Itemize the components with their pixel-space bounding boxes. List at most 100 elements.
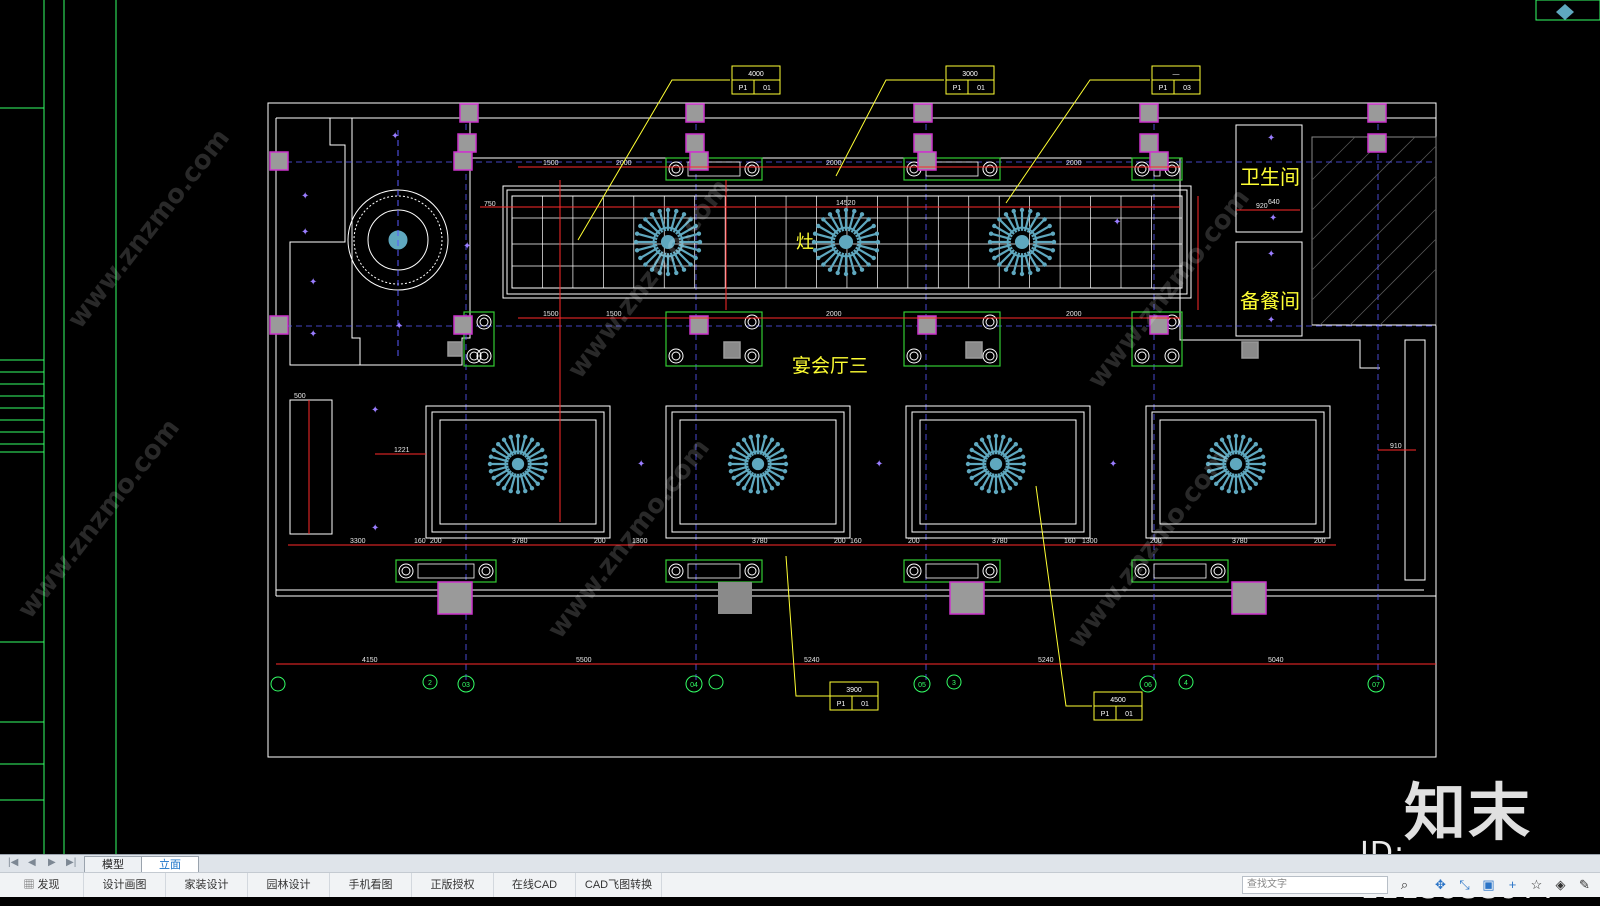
column: [457, 133, 477, 153]
light-fixture-icon: ✦: [1269, 213, 1277, 224]
svg-text:4: 4: [1184, 680, 1188, 687]
light-fixture-icon: ✦: [637, 459, 645, 470]
light-fixture-icon: ✦: [1113, 217, 1121, 228]
design-draw-button[interactable]: 设计画图: [84, 873, 166, 897]
mobile-view-button[interactable]: 手机看图: [330, 873, 412, 897]
column: [965, 341, 983, 359]
svg-text:www.znzmo.com: www.znzmo.com: [542, 433, 716, 644]
light-fixture-icon: ✦: [1267, 315, 1275, 326]
cad-drawing-svg[interactable]: ✦ ✦ ✦ ✦ ✦ ✦ ✦ ✦ ✦ ✦ ✦ ✦ ✦ ✦ ✦ ✦ ✦ 1500 2000 2000 2000 14…: [0, 0, 1600, 854]
column: [453, 151, 473, 171]
column: [913, 103, 933, 123]
svg-text:03: 03: [462, 682, 470, 689]
garden-design-button[interactable]: 园林设计: [248, 873, 330, 897]
furniture-set: [395, 559, 497, 583]
callout-tag: — P1 03: [1151, 65, 1201, 95]
pen-icon[interactable]: ✎: [1576, 876, 1593, 893]
column: [723, 341, 741, 359]
svg-text:5240: 5240: [1038, 657, 1054, 664]
light-fixture-icon: ✦: [301, 191, 309, 202]
svg-text:www.znzmo.com: www.znzmo.com: [562, 173, 736, 384]
svg-text:5500: 5500: [576, 657, 592, 664]
svg-text:2: 2: [428, 680, 432, 687]
svg-text:—: —: [1173, 71, 1180, 78]
column: [447, 341, 463, 357]
light-fixture-icon: ✦: [1267, 249, 1275, 260]
column: [1231, 581, 1267, 615]
snap-icon[interactable]: ✥: [1432, 876, 1449, 893]
svg-text:P1: P1: [739, 85, 748, 92]
column: [1367, 133, 1387, 153]
svg-text:500: 500: [294, 393, 306, 400]
svg-text:1500: 1500: [543, 311, 559, 318]
svg-text:200: 200: [430, 538, 442, 545]
svg-text:P1: P1: [837, 701, 846, 708]
svg-text:www.znzmo.com: www.znzmo.com: [12, 413, 186, 624]
column: [949, 581, 985, 615]
svg-text:3900: 3900: [846, 687, 862, 694]
light-fixture-icon: ✦: [309, 277, 317, 288]
svg-text:5040: 5040: [1268, 657, 1284, 664]
dimension-icon[interactable]: ⤡: [1456, 876, 1473, 893]
grid-icon: ▦: [23, 879, 35, 891]
tab-elevation[interactable]: 立面: [141, 856, 199, 873]
column: [1367, 103, 1387, 123]
svg-text:2000: 2000: [826, 160, 842, 167]
svg-text:160: 160: [850, 538, 862, 545]
light-fixture-icon: ✦: [395, 321, 403, 332]
column: [1241, 341, 1259, 359]
column: [917, 315, 937, 335]
svg-text:3300: 3300: [350, 538, 366, 545]
axis-bubbles: 2 03 04 05 3 06 4 07: [270, 674, 1385, 693]
svg-text:06: 06: [1144, 682, 1152, 689]
light-fixture-icon: ✦: [371, 523, 379, 534]
search-text-input[interactable]: 查找文字: [1242, 876, 1388, 894]
discover-button[interactable]: ▦ 发现: [0, 873, 84, 897]
first-tab-arrow[interactable]: |◀: [8, 857, 18, 868]
measure-icon[interactable]: ▣: [1480, 876, 1497, 893]
svg-text:www.znzmo.com: www.znzmo.com: [1062, 443, 1236, 654]
svg-text:2000: 2000: [826, 311, 842, 318]
svg-text:3000: 3000: [962, 71, 978, 78]
chandelier-icon: [727, 433, 789, 495]
bottom-toolbar: ▦ 发现 设计画图 家装设计 园林设计 手机看图 正版授权 在线CAD CAD飞…: [0, 872, 1600, 897]
tab-model[interactable]: 模型: [84, 856, 142, 873]
home-design-button[interactable]: 家装设计: [166, 873, 248, 897]
star-icon[interactable]: ☆: [1528, 876, 1545, 893]
column: [1139, 133, 1159, 153]
svg-text:4000: 4000: [748, 71, 764, 78]
column: [269, 315, 289, 335]
column: [459, 103, 479, 123]
search-icon[interactable]: ⌕: [1396, 876, 1413, 893]
light-fixture-icon: ✦: [371, 405, 379, 416]
chandelier-icon: [965, 433, 1027, 495]
cad-drawing-canvas[interactable]: ✦ ✦ ✦ ✦ ✦ ✦ ✦ ✦ ✦ ✦ ✦ ✦ ✦ ✦ ✦ ✦ ✦ 1500 2000 2000 2000 14…: [0, 0, 1600, 854]
svg-text:14520: 14520: [836, 200, 856, 207]
prev-tab-arrow[interactable]: ◀: [28, 857, 36, 868]
last-tab-arrow[interactable]: ▶|: [66, 857, 76, 868]
svg-text:4150: 4150: [362, 657, 378, 664]
cad-convert-button[interactable]: CAD飞图转换: [576, 873, 662, 897]
svg-text:3780: 3780: [752, 538, 768, 545]
svg-text:01: 01: [763, 85, 771, 92]
chandelier-icon: [987, 207, 1057, 277]
add-icon[interactable]: +: [1504, 876, 1521, 893]
svg-text:1221: 1221: [394, 447, 410, 454]
svg-text:160: 160: [414, 538, 426, 545]
column: [437, 581, 473, 615]
svg-text:3: 3: [952, 680, 956, 687]
title-block: [0, 0, 117, 854]
light-fixture-icon: ✦: [875, 459, 883, 470]
svg-text:01: 01: [1125, 711, 1133, 718]
light-fixture-icon: ✦: [391, 131, 399, 142]
cube-icon[interactable]: ◈: [1552, 876, 1569, 893]
next-tab-arrow[interactable]: ▶: [48, 857, 56, 868]
column: [913, 133, 933, 153]
online-cad-button[interactable]: 在线CAD: [494, 873, 576, 897]
column: [689, 315, 709, 335]
svg-text:920: 920: [1256, 203, 1268, 210]
svg-text:5240: 5240: [804, 657, 820, 664]
license-button[interactable]: 正版授权: [412, 873, 494, 897]
callout-tag: 4500P1 01: [1093, 691, 1143, 721]
svg-text:910: 910: [1390, 443, 1402, 450]
